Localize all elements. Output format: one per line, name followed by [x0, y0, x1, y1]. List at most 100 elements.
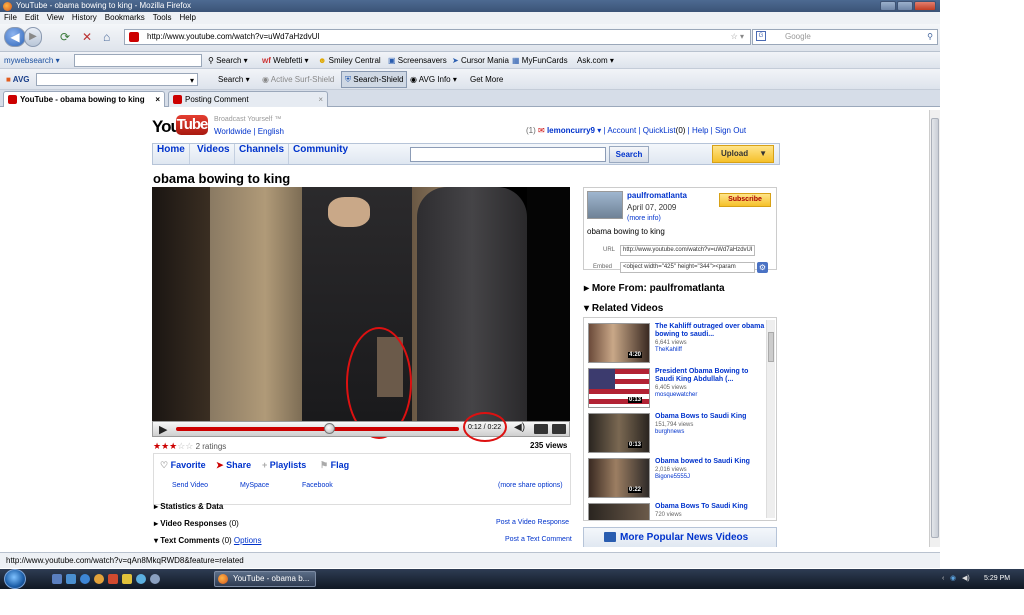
related-title[interactable]: Obama bowed to Saudi King: [655, 458, 767, 466]
related-video-item[interactable]: 0:13 Obama Bows to Saudi King 151,794 vi…: [588, 413, 768, 458]
flag-button[interactable]: ⚑ Flag: [320, 460, 349, 471]
get-more-button[interactable]: Get More: [470, 69, 503, 90]
widescreen-icon[interactable]: [534, 424, 548, 434]
myspace-link[interactable]: MySpace: [240, 482, 269, 489]
messenger-icon[interactable]: [136, 574, 146, 584]
subscribe-button[interactable]: Subscribe: [719, 193, 771, 207]
ask-button[interactable]: Ask.com ▾: [577, 52, 614, 69]
maximize-button[interactable]: [897, 1, 913, 11]
active-surf-shield-button[interactable]: ◉ Active Surf-Shield: [262, 69, 334, 90]
nav-videos[interactable]: Videos: [193, 144, 235, 164]
more-info-link[interactable]: (more info): [627, 215, 661, 222]
stop-icon[interactable]: ✕: [82, 30, 92, 44]
fullscreen-icon[interactable]: [552, 424, 566, 434]
taskbar-firefox-item[interactable]: YouTube - obama b...: [214, 571, 316, 587]
smiley-central-button[interactable]: ☻ Smiley Central: [318, 52, 381, 69]
menu-history[interactable]: History: [72, 12, 97, 24]
progress-bar[interactable]: [176, 427, 459, 431]
youtube-search-button[interactable]: Search: [609, 146, 649, 163]
reload-icon[interactable]: ⟳: [60, 30, 70, 44]
network-icon[interactable]: ◉: [950, 569, 956, 589]
tray-expand-icon[interactable]: ‹: [942, 569, 944, 589]
webfetti-button[interactable]: wf Webfetti ▾: [262, 52, 309, 69]
avg-search-button[interactable]: Search ▾: [218, 69, 250, 90]
nav-channels[interactable]: Channels: [235, 144, 290, 164]
volume-tray-icon[interactable]: ◀): [962, 569, 970, 589]
related-title[interactable]: The Kahliff outraged over obama bowing t…: [655, 323, 767, 339]
toolbar-search-button[interactable]: ⚲ Search ▾: [208, 52, 248, 69]
tab-posting-comment[interactable]: Posting Comment ×: [168, 91, 328, 107]
related-title[interactable]: President Obama Bowing to Saudi King Abd…: [655, 368, 767, 384]
close-tab-icon[interactable]: ×: [318, 92, 323, 108]
minimize-button[interactable]: [880, 1, 896, 11]
myfuncards-button[interactable]: ▦ MyFunCards: [512, 52, 568, 69]
more-popular-news-button[interactable]: More Popular News Videos: [583, 527, 777, 547]
language-links[interactable]: Worldwide | English: [214, 127, 284, 136]
related-title[interactable]: Obama Bows to Saudi King: [655, 413, 767, 421]
related-video-item[interactable]: 4:20 The Kahliff outraged over obama bow…: [588, 323, 768, 368]
statistics-section[interactable]: ▸ Statistics & Data: [154, 502, 223, 511]
account-link[interactable]: Account: [607, 126, 636, 135]
related-videos-header[interactable]: ▾ Related Videos: [584, 303, 663, 314]
upload-button[interactable]: Upload ▼: [712, 145, 774, 163]
username-link[interactable]: lemoncurry9: [547, 126, 595, 135]
quicklist-link[interactable]: QuickList(0): [643, 126, 686, 135]
browser-search-box[interactable]: G Google ⚲: [752, 29, 938, 45]
playlists-button[interactable]: + Playlists: [262, 460, 306, 470]
uploader-avatar[interactable]: [587, 191, 623, 219]
search-go-icon[interactable]: ⚲: [927, 30, 933, 44]
forward-button[interactable]: ▶: [24, 27, 42, 47]
related-title[interactable]: Obama Bows To Saudi King: [655, 503, 767, 511]
embed-settings-icon[interactable]: ⚙: [757, 262, 768, 273]
clock[interactable]: 5:29 PM: [984, 569, 1010, 589]
menu-help[interactable]: Help: [179, 12, 195, 24]
share-button[interactable]: ➤ Share: [216, 460, 251, 471]
upload-dropdown-icon[interactable]: ▼: [759, 146, 767, 162]
app-icon[interactable]: [150, 574, 160, 584]
favorite-button[interactable]: ♡ Favorite: [160, 460, 206, 471]
youtube-logo[interactable]: You Tube: [152, 113, 208, 137]
related-user[interactable]: TheKahliff: [655, 347, 682, 354]
page-scrollbar[interactable]: [929, 110, 940, 547]
show-desktop-icon[interactable]: [52, 574, 62, 584]
ie-icon[interactable]: [80, 574, 90, 584]
video-responses-section[interactable]: ▸ Video Responses (0): [154, 519, 239, 528]
inbox-icon[interactable]: ✉: [538, 126, 545, 135]
related-thumbnail[interactable]: [588, 503, 650, 520]
avg-search-input[interactable]: ▾: [36, 73, 198, 86]
nav-home[interactable]: Home: [153, 144, 190, 164]
nav-community[interactable]: Community: [289, 144, 352, 164]
rating-stars[interactable]: ★★★☆☆: [153, 441, 193, 451]
related-scrollbar[interactable]: [766, 320, 775, 518]
home-icon[interactable]: ⌂: [103, 30, 110, 44]
related-video-item[interactable]: 0:13 President Obama Bowing to Saudi Kin…: [588, 368, 768, 413]
related-video-item[interactable]: 0:22 Obama bowed to Saudi King 2,016 vie…: [588, 458, 768, 503]
avg-info-button[interactable]: ◉ AVG Info ▾: [410, 69, 457, 90]
url-bar[interactable]: http://www.youtube.com/watch?v=uWd7aHzdv…: [124, 29, 751, 45]
post-video-response-link[interactable]: Post a Video Response: [496, 519, 569, 526]
youtube-search-input[interactable]: [410, 147, 606, 162]
mywebsearch-label[interactable]: mywebsearch ▾: [4, 52, 60, 69]
menu-view[interactable]: View: [47, 12, 64, 24]
related-user[interactable]: mosquewatcher: [655, 392, 697, 399]
related-video-item[interactable]: Obama Bows To Saudi King 720 views: [588, 503, 768, 520]
play-icon[interactable]: ▶: [159, 423, 167, 436]
menu-bookmarks[interactable]: Bookmarks: [105, 12, 145, 24]
more-share-options-link[interactable]: (more share options): [498, 482, 563, 489]
media-icon[interactable]: [108, 574, 118, 584]
mywebsearch-input[interactable]: [74, 54, 202, 67]
page-scroll-thumb[interactable]: [931, 118, 939, 538]
send-video-link[interactable]: Send Video: [172, 482, 208, 489]
embed-field[interactable]: <object width="425" height="344"><param: [620, 262, 755, 273]
sign-out-link[interactable]: Sign Out: [715, 126, 746, 135]
menu-file[interactable]: File: [4, 12, 17, 24]
related-user[interactable]: burghnews: [655, 429, 684, 436]
scrubber-handle[interactable]: [324, 423, 335, 434]
inbox-count[interactable]: (1): [526, 126, 536, 135]
start-button[interactable]: [4, 569, 26, 589]
close-tab-icon[interactable]: ×: [155, 92, 160, 108]
menu-edit[interactable]: Edit: [25, 12, 39, 24]
folder-icon[interactable]: [122, 574, 132, 584]
back-button[interactable]: ◀: [4, 27, 26, 47]
tab-youtube[interactable]: YouTube - obama bowing to king ×: [3, 91, 165, 107]
